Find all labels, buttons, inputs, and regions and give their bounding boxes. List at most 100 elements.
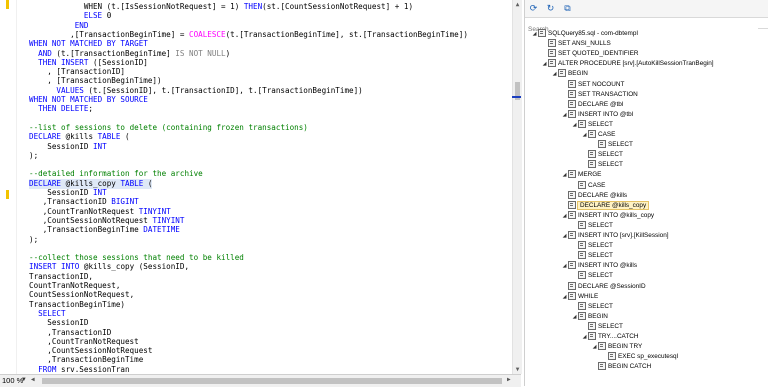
tree-node[interactable]: ◢ INSERT INTO @tbl <box>561 109 633 120</box>
tree-node[interactable]: ◢ TRY....CATCH <box>581 332 638 342</box>
tree-node[interactable]: DECLARE @SessionID <box>561 281 646 292</box>
tree-node[interactable]: SELECT <box>581 150 623 160</box>
code-token: SessionID <box>47 188 93 197</box>
expand-toggle-icon[interactable]: ◢ <box>591 342 598 352</box>
code-line[interactable]: ,TransactionBeginTime DATETIME <box>43 225 180 235</box>
tree-node-label: SET ANSI_NULLS <box>558 40 611 48</box>
tree-node-label: TRY....CATCH <box>598 333 639 340</box>
statement-icon <box>568 261 576 270</box>
zoom-dropdown-icon[interactable]: ▼ <box>22 376 26 383</box>
tree-node-label: INSERT INTO @kills_copy <box>578 211 655 219</box>
code-token: TransactionID, <box>29 271 94 281</box>
tree-node[interactable]: ◢ BEGIN <box>551 69 588 79</box>
code-token: END <box>74 20 89 30</box>
tree-node[interactable]: DECLARE @kills <box>561 190 627 201</box>
statement-icon <box>578 180 586 189</box>
tree-node[interactable]: CASE <box>571 180 606 191</box>
expand-toggle-icon[interactable]: ◢ <box>581 130 588 140</box>
code-line[interactable]: THEN DELETE; <box>38 104 93 114</box>
tree-node-label: SELECT <box>588 302 613 310</box>
tree-node[interactable]: BEGIN CATCH <box>591 362 651 372</box>
code-token: ,CountSessionNotRequest <box>42 215 153 225</box>
scroll-down-icon[interactable]: ▼ <box>513 365 522 374</box>
code-line[interactable]: FROM srv.SessionTran <box>38 365 129 374</box>
code-token: WHEN NOT MATCHED BY SOURCE <box>29 95 148 104</box>
editor-vertical-scrollbar[interactable]: ▲ ▼ <box>512 0 522 374</box>
code-token: ,[TransactionBeginTime] = <box>70 29 189 39</box>
expand-toggle-icon[interactable]: ◢ <box>571 312 578 322</box>
code-line[interactable]: WHEN (t.[IsSessionNotRequest] = 1) THEN(… <box>84 2 413 12</box>
code-editor[interactable]: WHEN (t.[IsSessionNotRequest] = 1) THEN(… <box>0 0 512 374</box>
tree-node[interactable]: ◢ MERGE <box>561 170 601 180</box>
tree-node[interactable]: ◢ SQLQuery85.sql - com-dbtempl <box>531 29 638 39</box>
code-token: VALUES <box>56 85 84 95</box>
code-token: ( <box>120 132 130 142</box>
scroll-right-icon[interactable]: ▶ <box>507 376 511 383</box>
tree-node[interactable]: SELECT <box>571 301 613 312</box>
code-line[interactable]: ); <box>29 151 38 161</box>
tree-node[interactable]: DECLARE @kills_copy <box>561 200 650 211</box>
tree-node[interactable]: SELECT <box>571 241 613 251</box>
tree-node-label: CASE <box>588 181 606 189</box>
code-token: DECLARE <box>29 132 62 142</box>
tree-node[interactable]: SELECT <box>571 251 613 261</box>
statement-icon <box>568 109 576 118</box>
expand-toggle-icon[interactable]: ◢ <box>551 69 558 79</box>
code-token: , [TransactionID] <box>47 67 125 77</box>
statement-icon <box>568 281 576 290</box>
expand-toggle-icon[interactable]: ◢ <box>531 29 538 39</box>
statement-icon <box>578 251 586 260</box>
code-line[interactable]: ); <box>29 235 38 245</box>
tree-node[interactable]: SELECT <box>571 271 613 281</box>
tree-node[interactable]: ◢ BEGIN <box>571 311 608 322</box>
tree-node[interactable]: ◢ ALTER PROCEDURE [srv].[AutoKillSessionT… <box>541 59 714 69</box>
tree-node[interactable]: SELECT <box>581 160 623 170</box>
statement-icon <box>538 29 546 37</box>
tree-node[interactable]: SET QUOTED_IDENTIFIER <box>541 49 639 59</box>
copy-icon[interactable]: ⧉ <box>562 3 573 14</box>
sync-icon[interactable]: ↻ <box>545 3 556 14</box>
expand-toggle-icon[interactable]: ◢ <box>561 110 568 120</box>
tree-node-label: BEGIN CATCH <box>608 363 652 371</box>
tree-node[interactable]: ◢ BEGIN TRY <box>591 342 642 352</box>
tree-node[interactable]: DECLARE @tbl <box>561 99 623 110</box>
tree-node[interactable]: ◢ INSERT INTO [srv].[KillSession] <box>561 231 669 241</box>
expand-toggle-icon[interactable]: ◢ <box>561 261 568 271</box>
refresh-icon[interactable]: ⟳ <box>528 3 539 14</box>
tree-node-label: ALTER PROCEDURE [srv].[AutoKillSessionTr… <box>558 60 714 68</box>
zoom-level[interactable]: 100 % <box>2 376 23 385</box>
expand-toggle-icon[interactable]: ◢ <box>561 211 568 221</box>
tree-node[interactable]: SELECT <box>571 220 613 231</box>
code-token: --collect those sessions that need to be… <box>29 253 244 263</box>
tree-node[interactable]: SELECT <box>591 140 633 150</box>
tree-node-label: DECLARE @kills_copy <box>576 200 650 210</box>
tree-node[interactable]: ◢ WHILE <box>561 291 598 302</box>
scroll-up-icon[interactable]: ▲ <box>513 0 522 9</box>
tree-node[interactable]: ◢ INSERT INTO @kills_copy <box>561 210 655 221</box>
tree-node[interactable]: SELECT <box>581 321 623 332</box>
tree-node[interactable]: ◢ CASE <box>581 130 615 140</box>
tree-node[interactable]: EXEC sp_executesql <box>601 352 678 362</box>
tree-node[interactable]: SET NOCOUNT <box>561 79 624 90</box>
horizontal-scroll-thumb[interactable] <box>42 378 502 384</box>
statement-icon <box>568 99 576 108</box>
expand-toggle-icon[interactable]: ◢ <box>541 59 548 69</box>
code-line[interactable]: SessionID INT <box>47 142 106 152</box>
expand-toggle-icon[interactable]: ◢ <box>581 332 588 342</box>
statement-icon <box>578 301 586 310</box>
expand-toggle-icon[interactable]: ◢ <box>561 231 568 241</box>
code-token: INT <box>92 141 107 151</box>
scroll-left-icon[interactable]: ◀ <box>31 376 35 383</box>
expand-toggle-icon[interactable]: ◢ <box>561 292 568 302</box>
code-token: ; <box>88 104 93 114</box>
code-token: ,TransactionID <box>47 327 112 337</box>
tree-node[interactable]: SET TRANSACTION <box>561 89 638 100</box>
expand-toggle-icon[interactable]: ◢ <box>571 120 578 130</box>
tree-node-label: BEGIN <box>568 70 588 78</box>
tree-node-label: INSERT INTO [srv].[KillSession] <box>578 232 669 239</box>
tree-node[interactable]: ◢ INSERT INTO @kills <box>561 261 637 271</box>
tree-node[interactable]: SET ANSI_NULLS <box>541 39 611 49</box>
tree-node[interactable]: ◢ SELECT <box>571 119 613 130</box>
code-token: TABLE <box>97 132 121 142</box>
expand-toggle-icon[interactable]: ◢ <box>561 170 568 180</box>
